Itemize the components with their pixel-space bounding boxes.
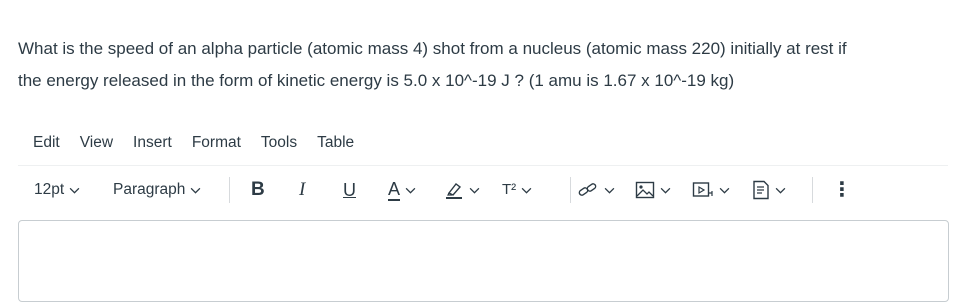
more-button[interactable]: ⋮ [832,175,852,205]
italic-button[interactable]: I [299,175,305,205]
italic-icon: I [299,179,306,200]
menu-edit[interactable]: Edit [33,131,60,155]
editor-toolbar: 12pt Paragraph B I U A T² ⋮ [18,175,948,205]
more-icon: ⋮ [832,179,852,201]
font-size-select[interactable]: 12pt [34,175,80,205]
highlight-color-button[interactable] [444,175,480,205]
underline-icon: U [343,180,356,200]
menu-view[interactable]: View [80,131,113,155]
superscript-icon: T² [502,181,517,198]
media-icon [692,182,713,197]
editor-menubar: Edit View Insert Format Tools Table [33,131,374,155]
bold-button[interactable]: B [251,175,265,205]
bold-icon: B [251,179,265,200]
question-line-1: What is the speed of an alpha particle (… [18,39,847,58]
link-icon [578,183,597,196]
menu-table[interactable]: Table [317,131,354,155]
toolbar-separator [229,177,230,203]
block-format-value: Paragraph [113,181,186,198]
chevron-down-icon [521,187,532,194]
font-size-value: 12pt [34,181,65,198]
chevron-down-icon [69,187,80,194]
image-button[interactable] [635,175,671,205]
chevron-down-icon [775,187,786,194]
highlight-icon [446,183,462,199]
question-line-2: the energy released in the form of kinet… [18,71,735,90]
chevron-down-icon [469,187,480,194]
menu-tools[interactable]: Tools [261,131,297,155]
superscript-button[interactable]: T² [502,175,532,205]
image-icon [635,181,655,199]
document-icon [753,180,769,200]
chevron-down-icon [660,187,671,194]
text-color-button[interactable]: A [388,175,416,205]
chevron-down-icon [719,187,730,194]
text-color-icon: A [388,179,401,201]
media-button[interactable] [692,175,730,205]
editor-content[interactable] [19,221,948,297]
question-text: What is the speed of an alpha particle (… [18,33,953,97]
block-format-select[interactable]: Paragraph [113,175,201,205]
menu-format[interactable]: Format [192,131,241,155]
link-button[interactable] [577,175,615,205]
toolbar-separator [812,177,813,203]
chevron-down-icon [604,187,615,194]
chevron-down-icon [191,187,201,194]
toolbar-separator [570,177,571,203]
menu-insert[interactable]: Insert [133,131,172,155]
underline-button[interactable]: U [343,175,356,205]
document-button[interactable] [752,175,786,205]
chevron-down-icon [405,187,416,194]
menubar-divider [18,165,948,166]
